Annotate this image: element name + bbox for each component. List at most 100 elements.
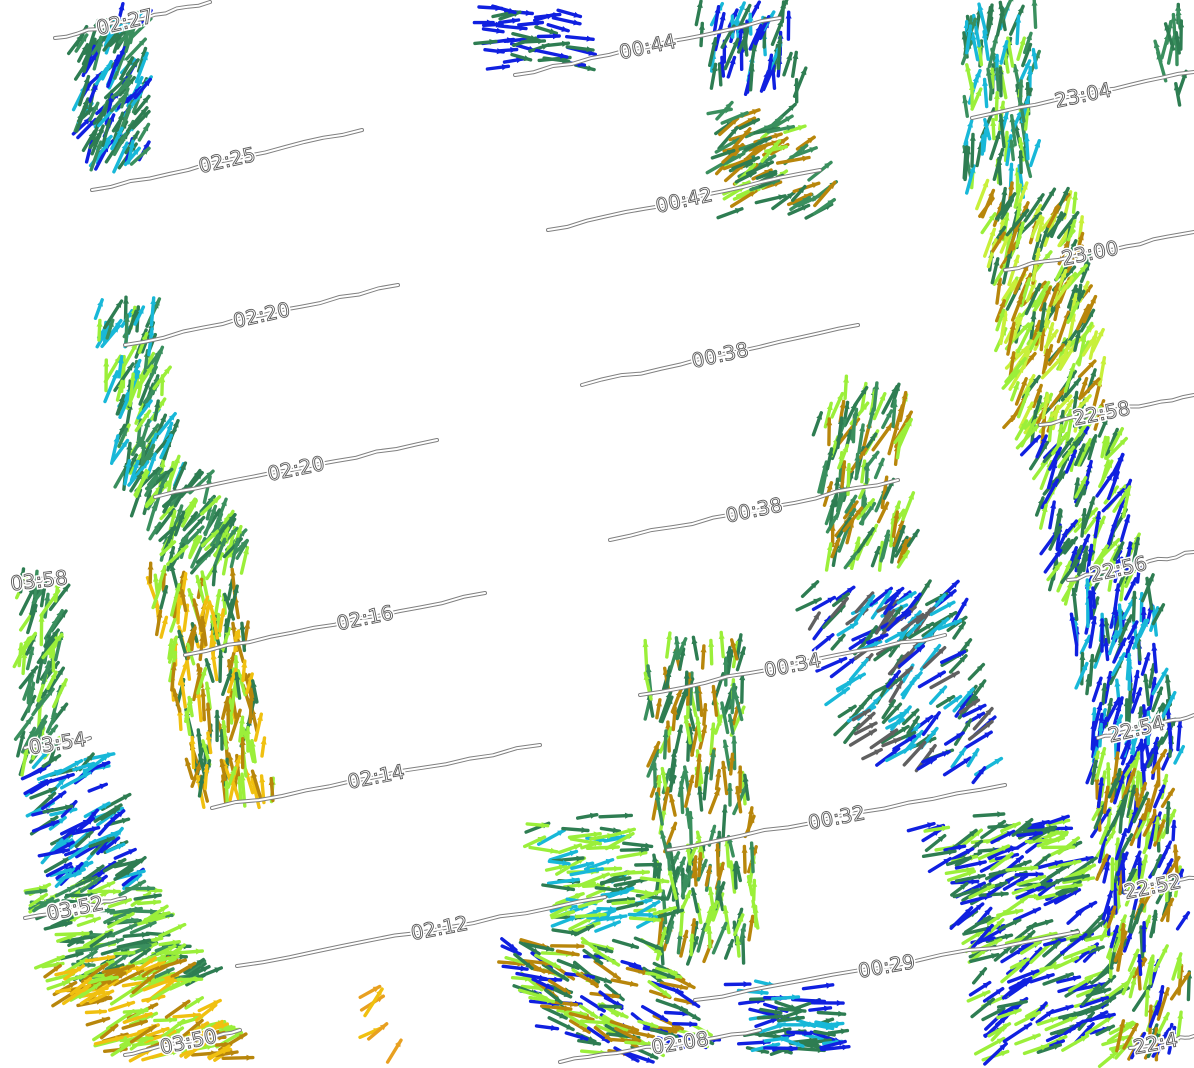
wind-vector-arrow-icon	[720, 760, 729, 796]
wind-vector-arrow-icon	[969, 132, 976, 168]
wind-vector-arrow-icon	[791, 50, 799, 78]
wind-vector-arrow-icon	[122, 931, 151, 938]
wind-vector-arrow-icon	[861, 747, 883, 761]
wind-vector-arrow-icon	[1097, 356, 1107, 387]
wind-vector-arrow-icon	[1107, 630, 1119, 656]
wind-vector-arrow-icon	[691, 635, 699, 661]
wind-vector-arrow-icon	[1031, 0, 1038, 29]
wind-vector-arrow-icon	[551, 16, 582, 26]
time-label: 00:34	[762, 648, 823, 683]
wind-vector-arrow-icon	[1128, 976, 1137, 999]
wind-vector-arrow-icon	[159, 615, 169, 639]
wind-vector-arrow-icon	[816, 1010, 847, 1017]
wind-vector-arrow-icon	[724, 938, 735, 960]
wind-vector-arrow-icon	[195, 728, 203, 755]
wind-vector-arrow-icon	[599, 826, 622, 834]
wind-vector-arrow-icon	[501, 964, 529, 972]
time-label: 22:4	[1131, 1027, 1180, 1059]
wind-vector-arrow-icon	[723, 981, 752, 988]
wind-vector-arrow-icon	[113, 847, 137, 860]
wind-vector-arrow-icon	[1079, 634, 1092, 655]
wind-vector-arrow-icon	[546, 40, 571, 47]
time-label: 23:04	[1052, 77, 1113, 112]
wind-vector-arrow-icon	[485, 64, 511, 71]
wind-vector-arrow-icon	[741, 844, 748, 874]
wind-vector-arrow-icon	[669, 794, 677, 817]
time-label: 00:38	[723, 492, 784, 527]
wind-vector-arrow-icon	[843, 374, 850, 400]
wind-vector-arrow-icon	[528, 845, 559, 854]
wind-vector-arrow-icon	[683, 715, 692, 745]
wind-vector-arrow-icon	[978, 196, 995, 218]
wind-vector-arrow-icon	[747, 914, 755, 942]
wind-vector-arrow-icon	[917, 670, 946, 689]
time-label: 22:56	[1088, 551, 1149, 587]
wind-vector-arrow-icon	[576, 812, 599, 820]
wind-vector-arrow-icon	[565, 35, 595, 42]
wind-vector-arrow-icon	[929, 670, 960, 690]
wind-vector-arrow-icon	[1002, 411, 1019, 430]
wind-vector-arrow-icon	[1103, 670, 1113, 704]
wind-vector-arrow-icon	[1009, 896, 1029, 911]
time-label: 00:44	[617, 29, 678, 65]
wind-vector-arrow-icon	[137, 122, 151, 142]
wind-vector-arrow-icon	[697, 786, 704, 812]
wind-vector-arrow-icon	[1091, 676, 1103, 703]
wind-vector-arrow-icon	[673, 724, 683, 754]
wind-vector-arrow-icon	[158, 922, 187, 938]
wind-vector-arrow-icon	[665, 631, 673, 659]
wind-vector-arrow-icon	[965, 63, 974, 91]
wind-vector-arrow-icon	[218, 608, 226, 633]
wind-vector-arrow-icon	[1170, 819, 1177, 842]
wind-vector-arrow-icon	[864, 450, 880, 470]
wind-vectors-layer	[12, 0, 1193, 1068]
wind-vector-arrow-icon	[718, 630, 725, 659]
wind-vector-arrow-icon	[1088, 616, 1097, 649]
time-label: 00:38	[689, 337, 750, 373]
wind-vector-arrow-icon	[1119, 514, 1131, 543]
wind-vector-arrow-icon	[1040, 187, 1057, 212]
wind-vector-arrow-icon	[60, 770, 92, 790]
wind-vector-arrow-icon	[84, 1008, 108, 1015]
wind-vector-arrow-icon	[700, 644, 707, 670]
wind-vector-arrow-icon	[962, 94, 969, 118]
wind-vector-arrow-icon	[967, 720, 994, 741]
wind-vector-arrow-icon	[260, 736, 267, 758]
wind-vector-arrow-icon	[1143, 673, 1151, 707]
wind-vector-arrow-icon	[38, 613, 45, 647]
wind-vector-arrow-icon	[1140, 652, 1151, 676]
wind-vector-arrow-icon	[830, 633, 846, 651]
time-label: 02:12	[409, 911, 470, 945]
time-label: 00:32	[806, 800, 867, 834]
wind-vector-arrow-icon	[929, 685, 948, 705]
wind-vector-arrow-icon	[967, 662, 986, 681]
wind-vector-arrow-icon	[694, 0, 703, 27]
wind-vector-arrow-icon	[691, 887, 700, 914]
wind-vector-arrow-icon	[477, 5, 504, 12]
wind-vector-arrow-icon	[901, 491, 916, 521]
wind-vector-arrow-icon	[1048, 500, 1057, 530]
wind-vector-arrow-icon	[1131, 590, 1138, 622]
wind-vector-arrow-icon	[982, 77, 989, 109]
time-label: 02:25	[196, 142, 257, 178]
wind-vector-arrow-icon	[711, 921, 728, 955]
wind-vector-arrow-icon	[221, 1054, 255, 1061]
wind-vector-arrow-icon	[169, 562, 179, 590]
wind-vector-arrow-icon	[217, 649, 224, 683]
wind-vector-arrow-icon	[610, 978, 639, 987]
wind-vector-arrow-icon	[808, 1005, 833, 1012]
wind-vector-arrow-icon	[598, 812, 633, 819]
wind-vector-arrow-icon	[93, 298, 104, 320]
wind-vector-arrow-icon	[708, 638, 715, 666]
wind-vector-arrow-icon	[739, 672, 746, 704]
time-label: 02:16	[334, 600, 395, 635]
time-label: 00:42	[653, 182, 714, 218]
wind-vector-arrow-icon	[184, 757, 194, 780]
wind-vector-arrow-icon	[807, 611, 821, 631]
wind-vector-arrow-icon	[52, 678, 68, 709]
map-canvas: 02:2702:2702:2502:2502:2002:2002:2002:20…	[7, 0, 1194, 1068]
wind-vector-arrow-icon	[972, 811, 1006, 818]
wind-vector-arrow-icon	[481, 27, 505, 34]
time-label: 02:20	[265, 451, 326, 486]
wind-vector-arrow-icon	[1176, 719, 1183, 752]
